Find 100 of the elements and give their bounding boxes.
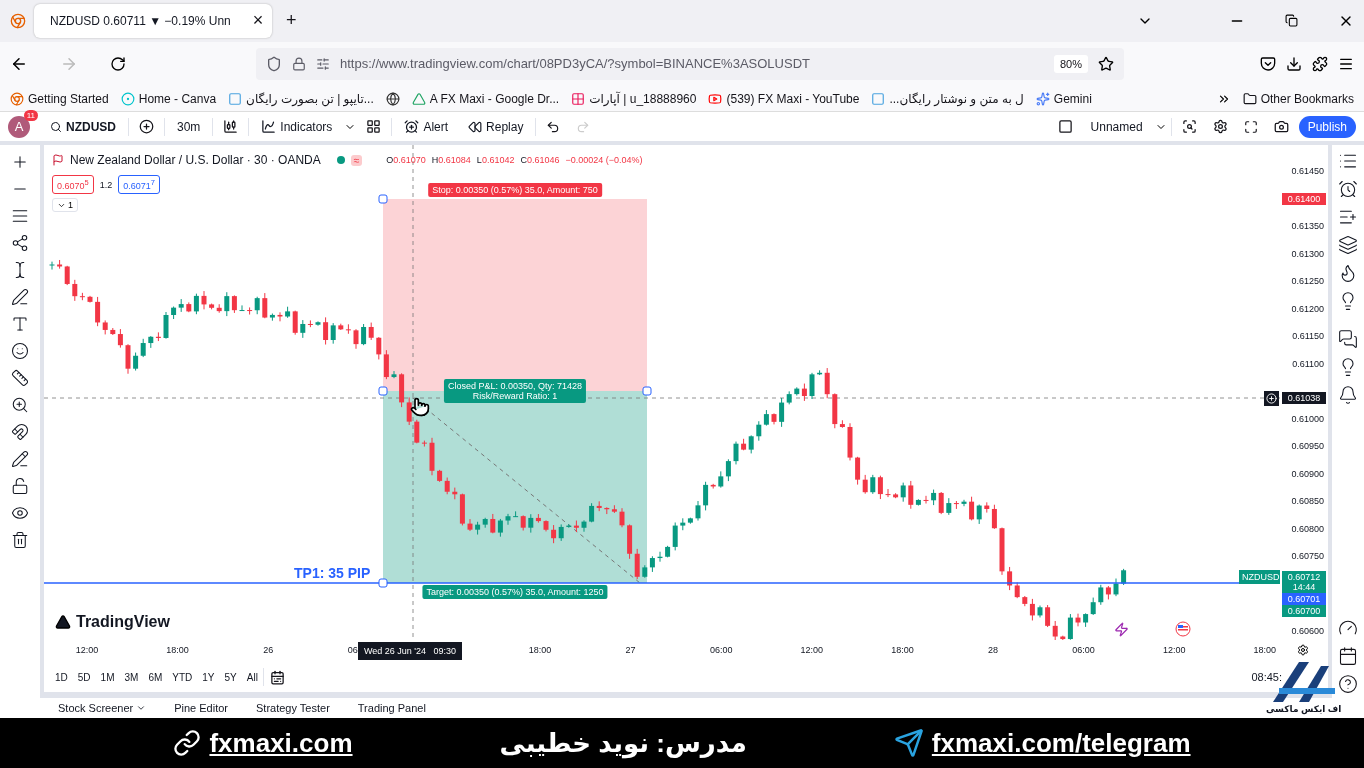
publish-button[interactable]: Publish: [1298, 115, 1356, 138]
range-button[interactable]: 5Y: [219, 671, 242, 683]
replay-button[interactable]: Replay: [460, 119, 532, 134]
price-badge: 0.60712 14:44: [1282, 571, 1326, 594]
panel-tab[interactable]: Strategy Tester: [256, 702, 330, 715]
sell-button[interactable]: 0.6070$^{5}$: [52, 175, 94, 195]
price-label: 0.61450: [1291, 166, 1324, 177]
indicators-toggle[interactable]: 1: [52, 198, 78, 213]
resize-handle[interactable]: [378, 386, 388, 396]
status-dot: [336, 156, 345, 165]
bookmark[interactable]: [385, 91, 400, 106]
price-badge: 0.60701: [1282, 593, 1326, 606]
add-icon[interactable]: [1264, 391, 1279, 407]
symbol-tag: NZDUSD: [1239, 570, 1280, 585]
settings-icon[interactable]: [1212, 119, 1228, 135]
calendar-icon[interactable]: [1338, 646, 1358, 667]
new-tab-button[interactable]: +: [286, 10, 297, 32]
ruler-icon[interactable]: [11, 369, 29, 388]
trash-icon[interactable]: [11, 531, 29, 550]
bookmark-folder[interactable]: Other Bookmarks: [1242, 91, 1354, 106]
range-button[interactable]: 1D: [50, 671, 73, 683]
zoom-in-icon[interactable]: [11, 396, 29, 415]
browser-icon[interactable]: [10, 12, 26, 29]
layers-icon[interactable]: [1338, 235, 1358, 256]
nodes-icon[interactable]: [11, 234, 29, 253]
resize-handle[interactable]: [378, 578, 388, 588]
telegram-link[interactable]: fxmaxi.com/telegram: [931, 727, 1191, 759]
resize-handle[interactable]: [642, 386, 652, 396]
alert-button[interactable]: Alert: [396, 119, 457, 135]
layouts-icon[interactable]: [366, 119, 382, 135]
close-tab-button[interactable]: ×: [252, 10, 264, 32]
bookmark[interactable]: Home - Canva: [120, 91, 217, 106]
bookmark-star-icon[interactable]: [1098, 55, 1114, 72]
range-button[interactable]: YTD: [167, 671, 198, 683]
sliders-icon[interactable]: [316, 56, 330, 71]
grid-icon: [571, 91, 586, 106]
add-symbol-icon[interactable]: [139, 119, 154, 135]
interval-button[interactable]: 30m: [169, 119, 209, 134]
pnl-label: Closed P&L: 0.00350, Qty: 71428 Risk/Reward Ratio: 1: [443, 379, 587, 404]
bookmark[interactable]: A FX Maxi - Google Dr...: [411, 91, 560, 106]
buy-button[interactable]: 0.6071$^{7}$: [118, 175, 160, 195]
range-button[interactable]: 3M: [119, 671, 144, 683]
target-zone[interactable]: [383, 391, 647, 584]
alarm-clock-icon[interactable]: [1338, 179, 1358, 200]
help-icon[interactable]: [1338, 674, 1358, 695]
range-button[interactable]: 1Y: [197, 671, 220, 683]
resize-handle[interactable]: [378, 194, 388, 204]
range-button[interactable]: All: [241, 671, 263, 683]
time-label: 28: [988, 645, 998, 656]
extensions-icon[interactable]: [1312, 55, 1328, 72]
shield-icon[interactable]: [266, 55, 282, 72]
fullscreen-icon[interactable]: [1243, 119, 1258, 134]
indicators-button[interactable]: Indicators: [253, 119, 341, 135]
bookmark[interactable]: Gemini: [1035, 91, 1092, 106]
undo-icon[interactable]: [546, 119, 561, 134]
candles-icon[interactable]: [223, 119, 239, 135]
bookmark[interactable]: (539) FX Maxi - YouTube: [708, 91, 860, 106]
bookmark[interactable]: آپارات | u_18888960: [571, 91, 697, 106]
search-chart-icon[interactable]: [1181, 119, 1197, 135]
download-icon[interactable]: [1286, 55, 1302, 72]
calendar-icon[interactable]: [269, 669, 285, 685]
bookmark[interactable]: ...ل به متن و نوشتار رایگان: [871, 91, 1024, 106]
price-label: 0.60800: [1291, 523, 1324, 534]
address-bar[interactable]: https://www.tradingview.com/chart/08PD3yCA/?symbol=BINANCE%3ASOLUSDT 80%: [256, 47, 1124, 80]
layout-name-button[interactable]: Unnamed: [1082, 119, 1151, 134]
bookmark[interactable]: Getting Started: [10, 91, 109, 106]
market-status-badge: ≈: [350, 154, 363, 166]
range-button[interactable]: 5D: [72, 671, 96, 683]
magnet-icon[interactable]: [11, 423, 29, 442]
stop-zone[interactable]: [383, 199, 647, 392]
site-link[interactable]: fxmaxi.com: [209, 727, 353, 759]
time-label: 06: [347, 645, 358, 656]
range-button[interactable]: 1M: [95, 671, 120, 683]
square-icon: [871, 91, 886, 106]
target-label: Target: 0.00350 (0.57%) 35.0, Amount: 1250: [422, 585, 608, 600]
chat-icon[interactable]: [1338, 329, 1358, 350]
zoom-level[interactable]: 80%: [1053, 54, 1088, 73]
bell-icon[interactable]: [1338, 385, 1358, 406]
bookmark[interactable]: تایپو | تن بصورت رایگان...: [228, 91, 374, 106]
smiley-icon[interactable]: [11, 342, 29, 361]
text-icon[interactable]: [11, 315, 29, 334]
panel-tab[interactable]: Stock Screener: [58, 702, 147, 715]
panel-tab[interactable]: Trading Panel: [357, 702, 426, 715]
symbol-search[interactable]: NZDUSD: [42, 119, 124, 134]
pocket-icon[interactable]: [1260, 55, 1276, 72]
checkbox[interactable]: [1057, 119, 1073, 135]
camera-icon[interactable]: [1273, 119, 1289, 135]
change-value: −0.00024 (−0.04%): [565, 155, 643, 166]
chart-line-icon: [261, 119, 277, 135]
reload-icon[interactable]: [110, 55, 126, 72]
range-button[interactable]: 6M: [143, 671, 168, 683]
pencil-icon[interactable]: [11, 450, 29, 469]
browser-tab[interactable]: NZDUSD 0.60711 ▼ −0.19% Unn ×: [34, 3, 272, 38]
panel-tab[interactable]: Pine Editor: [174, 702, 228, 715]
pen-icon[interactable]: [11, 288, 29, 307]
folder-icon: [1242, 91, 1257, 106]
clock-time: 08:45:: [1251, 671, 1282, 684]
restore-icon[interactable]: [1285, 14, 1298, 28]
price-label: 0.61350: [1291, 221, 1324, 232]
lock-icon[interactable]: [11, 477, 29, 496]
